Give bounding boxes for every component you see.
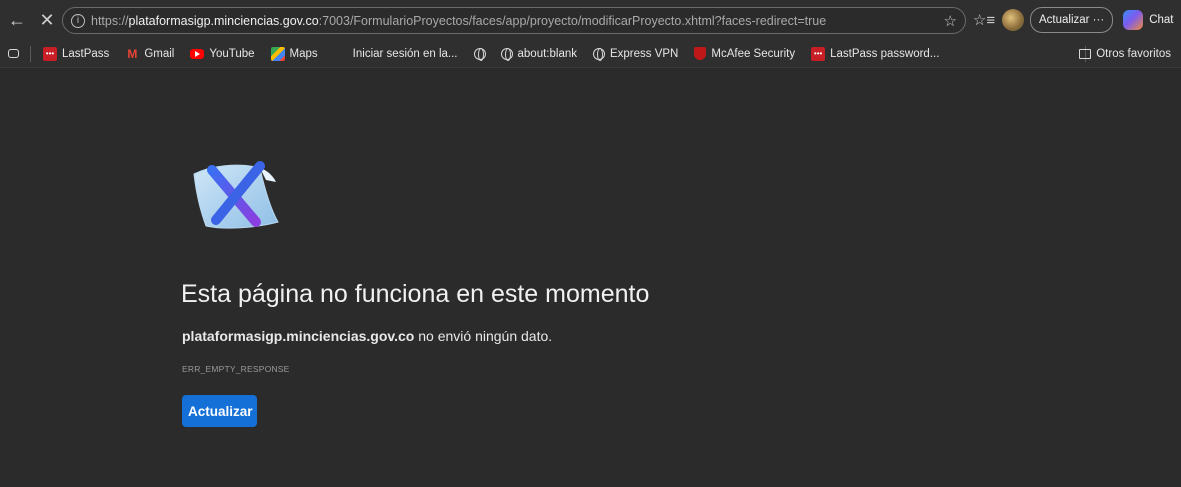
url-path: :7003/FormularioProyectos/faces/app/proy… (318, 13, 827, 28)
bookmarks-divider (30, 45, 31, 62)
bookmark-gmail[interactable]: M Gmail (125, 47, 174, 61)
globe-icon (473, 47, 486, 61)
globe-icon (500, 47, 513, 61)
url-field[interactable]: i https://plataformasigp.minciencias.gov… (62, 7, 966, 34)
url-host: plataformasigp.minciencias.gov.co (128, 13, 319, 28)
update-browser-button[interactable]: Actualizar ··· (1030, 7, 1114, 33)
bookmark-label: YouTube (209, 47, 255, 60)
favorite-star-icon[interactable]: ☆ (944, 12, 957, 30)
chat-label: Chat (1149, 14, 1174, 26)
maps-icon (270, 46, 285, 61)
bookmark-maps[interactable]: Maps (270, 46, 318, 61)
bookmark-label: McAfee Security (711, 47, 796, 60)
lastpass-icon: ••• (811, 46, 826, 61)
bookmark-lastpass[interactable]: ••• LastPass (43, 46, 110, 61)
microsoft-icon (334, 47, 348, 61)
bookmark-microsoft-login[interactable]: Iniciar sesión en la... (334, 47, 458, 61)
bookmarks-bar: ••• LastPass M Gmail YouTube Maps Iniciar … (0, 40, 1181, 68)
bookmark-label: about:blank (517, 47, 577, 60)
folder-icon (1079, 49, 1092, 59)
address-toolbar: ← ✕ i https://plataformasigp.minciencias… (0, 0, 1181, 40)
back-arrow-icon[interactable]: ← (4, 7, 30, 33)
stop-loading-icon[interactable]: ✕ (34, 7, 60, 33)
bookmark-label: LastPass password... (830, 47, 940, 60)
site-info-icon[interactable]: i (71, 13, 85, 28)
bookmark-label: Iniciar sesión en la... (352, 47, 458, 60)
copilot-chat-button[interactable]: Chat (1123, 10, 1173, 30)
update-label: Actualizar ··· (1039, 14, 1105, 26)
error-message: no envió ningún dato. (414, 328, 553, 344)
bookmark-globe[interactable] (473, 47, 491, 61)
favorites-list-icon[interactable]: ☆≡ (972, 11, 996, 29)
error-description: plataformasigp.minciencias.gov.co no env… (182, 328, 552, 344)
youtube-icon (190, 48, 205, 59)
url-scheme: https:// (91, 13, 129, 28)
broken-page-icon (193, 161, 279, 229)
other-favorites-label: Otros favoritos (1096, 48, 1171, 60)
reading-list-icon[interactable] (8, 49, 24, 58)
bookmark-youtube[interactable]: YouTube (190, 47, 255, 60)
globe-icon (592, 47, 605, 61)
bookmark-mcafee[interactable]: McAfee Security (694, 47, 795, 60)
bookmark-about-blank[interactable]: about:blank (500, 47, 577, 61)
gmail-icon: M (127, 46, 138, 61)
bookmark-lastpass-password[interactable]: ••• LastPass password... (811, 46, 940, 61)
url-text[interactable]: https://plataformasigp.minciencias.gov.c… (91, 14, 944, 28)
error-code: ERR_EMPTY_RESPONSE (182, 364, 290, 374)
error-title: Esta página no funciona en este momento (181, 280, 650, 308)
bookmark-label: LastPass (62, 47, 110, 60)
mcafee-icon (694, 47, 707, 60)
lastpass-icon: ••• (43, 46, 57, 61)
other-favorites-folder[interactable]: Otros favoritos (1079, 40, 1171, 68)
reload-button[interactable]: Actualizar (182, 395, 257, 427)
error-host: plataformasigp.minciencias.gov.co (182, 328, 415, 344)
copilot-icon (1123, 10, 1144, 30)
bookmark-label: Gmail (144, 47, 175, 60)
bookmark-express-vpn[interactable]: Express VPN (592, 47, 679, 61)
profile-avatar[interactable] (1002, 9, 1024, 31)
bookmark-label: Express VPN (609, 47, 679, 60)
bookmark-label: Maps (289, 47, 318, 60)
